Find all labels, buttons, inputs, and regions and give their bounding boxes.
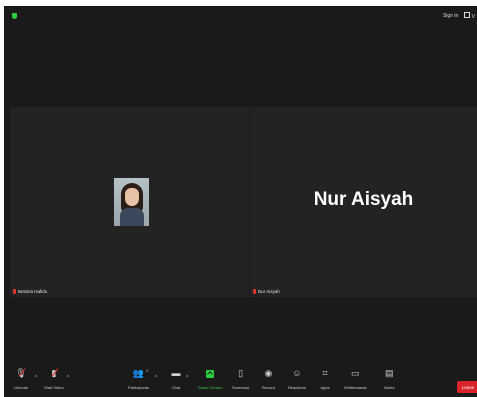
meeting-toolbar: 🎙 Unmute ^ ▮ Start Video ^ 👥 2 Participan…	[4, 367, 477, 397]
view-grid-icon	[464, 12, 471, 18]
summary-label: Summary	[232, 385, 250, 390]
share-arrow-box	[206, 370, 215, 378]
participants-label: Participants	[128, 385, 149, 390]
top-right-controls: Sign in V	[443, 12, 475, 20]
summary-document-icon: ▯	[238, 368, 244, 378]
notes-icon: ▤	[384, 368, 394, 378]
video-tile-participant-1[interactable]: Betsina Hafidu	[10, 107, 249, 297]
chat-button[interactable]: ▬ Chat	[171, 367, 181, 390]
participants-icon: 👥 2	[133, 367, 149, 379]
whiteboard-icon: ▭	[350, 368, 360, 378]
participant-name-label: Betsina Hafidu	[13, 289, 47, 294]
share-screen-button[interactable]: Share Screen	[198, 367, 222, 390]
video-tile-participant-2[interactable]: Nur Aisyah Nur Aisyah	[250, 107, 477, 297]
participant-name: Betsina Hafidu	[18, 289, 48, 294]
audio-options-chevron-icon[interactable]: ^	[35, 375, 37, 381]
participant-name-label: Nur Aisyah	[253, 289, 280, 294]
participants-options-chevron-icon[interactable]: ^	[155, 375, 157, 381]
video-camera-off-icon: ▮	[49, 367, 59, 379]
participants-count: 2	[146, 368, 149, 373]
view-label: V	[471, 14, 475, 20]
share-screen-icon	[205, 367, 215, 379]
photo-face	[125, 188, 139, 206]
chat-bubble-icon: ▬	[171, 368, 181, 378]
photo-body	[120, 208, 144, 226]
summary-button[interactable]: ▯ Summary	[232, 367, 249, 390]
reactions-button[interactable]: ☺ Reactions	[288, 367, 306, 390]
chat-options-chevron-icon[interactable]: ^	[186, 375, 188, 381]
chat-label: Chat	[171, 385, 181, 390]
apps-button[interactable]: ⌗ Apps	[320, 367, 330, 390]
record-label: Record	[262, 385, 275, 390]
apps-grid-icon: ⌗	[322, 368, 328, 378]
unmute-label: Unmute	[14, 385, 29, 390]
participant-name: Nur Aisyah	[258, 289, 280, 294]
participant-photo	[114, 178, 149, 226]
mic-muted-icon	[13, 289, 16, 294]
sign-in-link[interactable]: Sign in	[443, 13, 458, 19]
microphone-muted-icon: 🎙	[15, 368, 27, 378]
leave-button[interactable]: Leave	[457, 381, 477, 393]
start-video-button[interactable]: ▮ Start Video	[44, 367, 64, 390]
start-video-label: Start Video	[44, 385, 64, 390]
notes-label: Notes	[384, 385, 395, 390]
view-button[interactable]: V	[464, 12, 475, 20]
security-shield-icon[interactable]	[12, 13, 17, 19]
record-circle-icon: ◉	[264, 368, 273, 378]
video-options-chevron-icon[interactable]: ^	[67, 375, 69, 381]
apps-label: Apps	[320, 385, 330, 390]
reactions-emoji-icon: ☺	[292, 368, 302, 378]
participant-display-name: Nur Aisyah	[313, 189, 414, 210]
record-button[interactable]: ◉ Record	[262, 367, 275, 390]
zoom-meeting-window: Sign in V Betsina Hafidu Nur Aisyah Nur …	[4, 6, 477, 397]
share-screen-label: Share Screen	[198, 385, 223, 390]
participants-button[interactable]: 👥 2 Participants	[128, 367, 149, 390]
unmute-button[interactable]: 🎙 Unmute	[14, 367, 28, 390]
whiteboards-label: Whiteboards	[344, 385, 367, 390]
mic-muted-icon	[253, 289, 256, 294]
whiteboards-button[interactable]: ▭ Whiteboards	[344, 367, 366, 390]
reactions-label: Reactions	[288, 385, 306, 390]
top-bar: Sign in V	[4, 6, 477, 24]
notes-button[interactable]: ▤ Notes	[384, 367, 394, 390]
